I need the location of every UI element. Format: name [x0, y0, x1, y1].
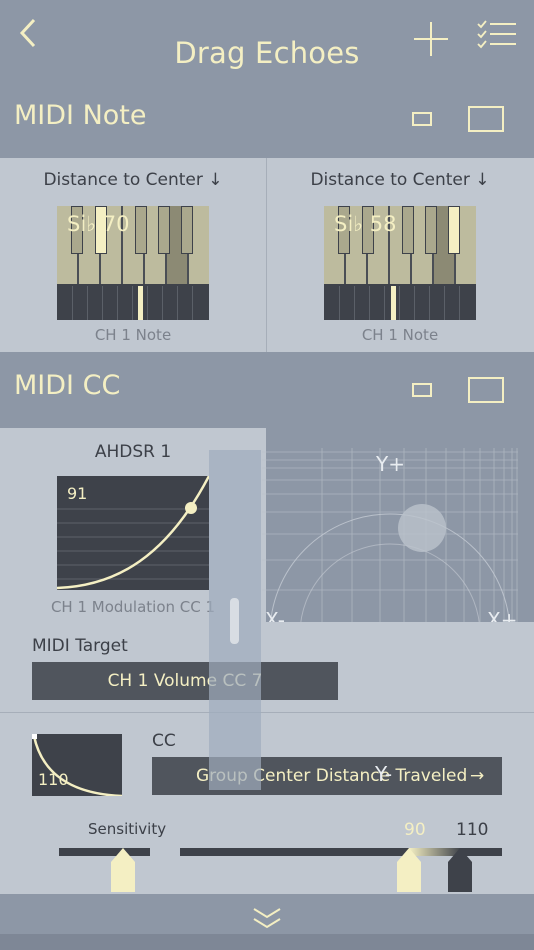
bottom-strip: [0, 934, 534, 950]
add-icon[interactable]: [412, 20, 450, 58]
large-view-button[interactable]: [468, 377, 504, 403]
drag-handle[interactable]: [230, 598, 239, 644]
range-high-thumb[interactable]: [448, 848, 472, 892]
note-caption: CH 1 Note: [94, 326, 172, 344]
y-minus-label: Y-: [375, 762, 393, 786]
small-view-button[interactable]: [412, 112, 432, 126]
range-high-value: 110: [456, 820, 489, 840]
curve-value: 110: [38, 770, 69, 789]
double-chevron-down-icon[interactable]: [252, 906, 282, 932]
cc-label: CC: [152, 731, 176, 751]
note-value: Si♭ 58: [334, 212, 397, 236]
note-source-label: Distance to Center ↓: [310, 170, 490, 190]
small-view-button[interactable]: [412, 383, 432, 397]
curve-thumbnail[interactable]: 110: [32, 734, 122, 796]
cc-source-select[interactable]: Group Center Distance Traveled →: [152, 757, 502, 795]
piano-keyboard: Si♭ 70: [57, 206, 209, 320]
midi-target-select[interactable]: CH 1 Volume CC 7: [32, 662, 338, 700]
sensitivity-thumb[interactable]: [111, 848, 135, 892]
midi-target-label: MIDI Target: [32, 636, 128, 656]
range-low-thumb[interactable]: [397, 848, 421, 892]
midi-cc-title: MIDI CC: [14, 370, 121, 401]
note-position-marker: [138, 286, 143, 320]
note-source-label: Distance to Center ↓: [43, 170, 223, 190]
note-card[interactable]: Distance to Center ↓: [0, 158, 266, 352]
divider: [0, 712, 534, 713]
piano-keyboard: Si♭ 58: [324, 206, 476, 320]
page-title: Drag Echoes: [174, 36, 360, 70]
note-card[interactable]: Distance to Center ↓: [267, 158, 533, 352]
midi-note-panel: Distance to Center ↓ Si♭ 70 CH 1 Note Di…: [0, 158, 534, 352]
range-low-value: 90: [404, 820, 426, 840]
envelope-graph[interactable]: 91: [57, 476, 209, 590]
sensitivity-label: Sensitivity: [88, 820, 167, 838]
arrow-right-icon: →: [470, 766, 485, 786]
note-value: Si♭ 70: [67, 212, 130, 236]
note-position-marker: [391, 286, 396, 320]
sensitivity-track[interactable]: [59, 848, 150, 856]
midi-note-title: MIDI Note: [14, 100, 147, 131]
note-caption: CH 1 Note: [361, 326, 439, 344]
checklist-icon[interactable]: [476, 20, 518, 52]
large-view-button[interactable]: [468, 106, 504, 132]
y-plus-label: Y+: [376, 452, 405, 476]
envelope-value: 91: [67, 484, 88, 503]
